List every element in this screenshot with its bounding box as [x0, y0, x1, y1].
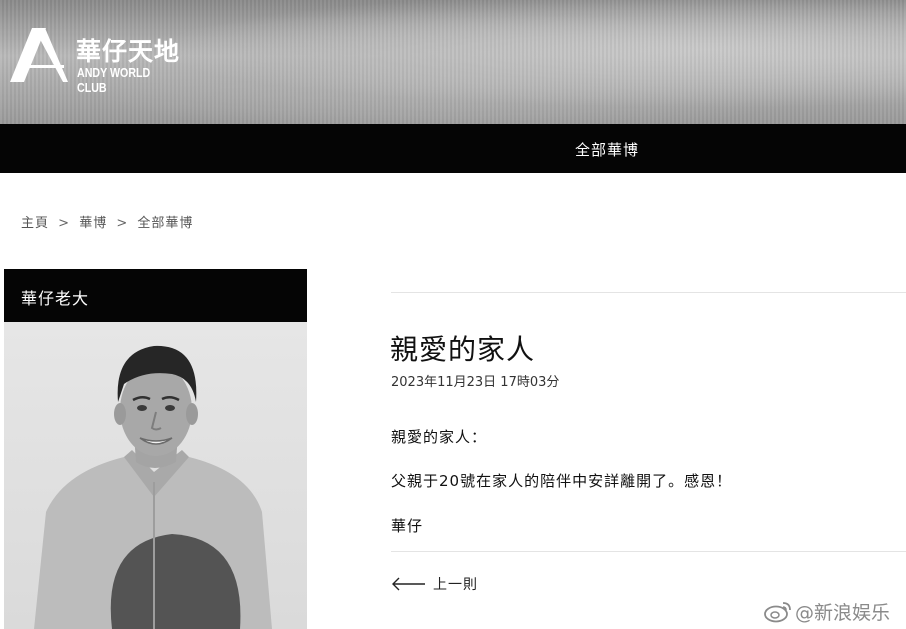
logo-a-mark-icon — [10, 28, 68, 82]
nav-item-all-blogs[interactable]: 全部華博 — [575, 139, 639, 160]
logo-chinese-name: 華仔天地 — [76, 37, 181, 66]
previous-post-label: 上一則 — [433, 577, 478, 593]
sidebar-header: 華仔老大 — [4, 269, 307, 322]
weibo-watermark: @新浪娱乐 — [763, 598, 890, 624]
breadcrumb-blog[interactable]: 華博 — [79, 212, 107, 231]
author-portrait — [4, 322, 307, 629]
header-banner: 華仔天地 ANDY WORLD CLUB — [0, 0, 906, 124]
article-top-divider — [391, 292, 906, 293]
breadcrumb: 主頁 > 華博 > 全部華博 — [21, 212, 193, 231]
page: 華仔天地 ANDY WORLD CLUB 全部華博 主頁 > 華博 > 全部華博… — [0, 0, 906, 629]
sidebar-title: 華仔老大 — [21, 289, 90, 308]
article-title: 親愛的家人 — [390, 333, 536, 366]
breadcrumb-all-blogs[interactable]: 全部華博 — [137, 212, 193, 231]
article-greeting: 親愛的家人： — [391, 428, 488, 446]
article-date: 2023年11月23日 17時03分 — [391, 375, 560, 390]
watermark-text: @新浪娱乐 — [795, 601, 891, 624]
portrait-illustration — [34, 345, 272, 629]
breadcrumb-home[interactable]: 主頁 — [21, 212, 49, 231]
breadcrumb-separator: > — [58, 216, 71, 231]
weibo-logo-icon — [764, 602, 791, 623]
logo-english-name: ANDY WORLD CLUB — [77, 65, 151, 95]
arrow-left-icon — [392, 577, 425, 591]
article-body: 父親于20號在家人的陪伴中安詳離開了。感恩！ — [391, 472, 733, 490]
breadcrumb-separator: > — [116, 216, 129, 231]
site-logo[interactable]: 華仔天地 ANDY WORLD CLUB — [8, 24, 198, 95]
article-signature: 華仔 — [391, 517, 424, 535]
article-bottom-divider — [391, 551, 906, 552]
previous-post-link[interactable]: 上一則 — [391, 574, 478, 594]
main-navbar: 全部華博 — [0, 124, 906, 173]
